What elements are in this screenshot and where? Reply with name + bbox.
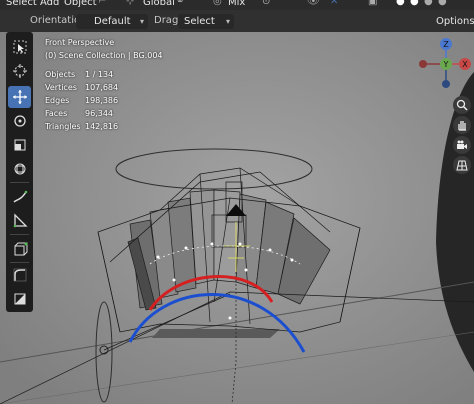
camera-icon [457, 140, 467, 149]
snap-icon[interactable]: ⌐ [98, 0, 106, 7]
pivot-icon[interactable]: ◎ [213, 0, 222, 7]
neg-x-axis-handle[interactable] [419, 60, 427, 68]
pivot-dropdown[interactable]: Mix [228, 0, 245, 8]
stat-value: 107,684 [85, 83, 119, 92]
y-axis-label: Y [443, 60, 449, 69]
tool-header: Orientation: Default ▾ Drag: Select Box … [0, 10, 474, 42]
visibility-icon[interactable]: 👁 [307, 0, 320, 7]
transform-tool[interactable] [8, 158, 31, 180]
orientation-value: Default [94, 16, 131, 27]
view-name: Front Perspective [45, 38, 115, 47]
zoom-button[interactable] [453, 96, 471, 114]
move-tool[interactable] [8, 86, 31, 108]
pan-button[interactable] [453, 116, 471, 134]
menu-bar: Select Add Object ⌐ ⊹ Global ⚭ ◎ Mix ⊙ 👁… [0, 0, 474, 10]
transform-orientation-dropdown[interactable]: Global [143, 0, 175, 8]
stat-value: 198,386 [85, 96, 119, 105]
perspective-toggle-button[interactable] [453, 156, 471, 174]
orientation-dropdown[interactable]: Default ▾ [76, 14, 148, 29]
annotate-tool[interactable] [8, 186, 31, 208]
grid-icon [456, 160, 468, 171]
hand-icon [458, 121, 466, 131]
stat-value: 96,344 [85, 109, 113, 118]
toolbar-separator [10, 234, 29, 235]
stat-label: Vertices [45, 83, 77, 92]
add-cube-icon [14, 242, 27, 256]
shading-wire-icon[interactable]: ● [396, 0, 405, 7]
transform-icon [14, 163, 25, 175]
drag-dropdown[interactable]: Select Box ▾ [178, 14, 234, 42]
select-box-tool[interactable] [8, 36, 31, 58]
measure-icon [13, 213, 28, 228]
link-icon[interactable]: ⚭ [176, 0, 184, 7]
cursor-tool[interactable] [8, 60, 31, 82]
chevron-down-icon: ▾ [225, 17, 230, 26]
xray-icon[interactable]: ▣ [368, 0, 377, 7]
move-icon [12, 90, 27, 104]
rotate-icon [13, 115, 26, 127]
select-box-icon [13, 40, 26, 54]
stat-label: Triangles [45, 122, 81, 131]
navigation-gizmo[interactable]: Z Y X [415, 36, 471, 92]
shading-material-icon[interactable]: ● [424, 0, 433, 7]
shading-solid-icon[interactable]: ● [410, 0, 419, 7]
shadow-plane [152, 329, 280, 338]
spin-tool[interactable] [8, 264, 31, 286]
add-cube-tool[interactable] [8, 238, 31, 260]
orientation-icon[interactable]: ⊹ [126, 0, 134, 7]
stat-label: Edges [45, 96, 70, 105]
x-axis-label: X [462, 60, 468, 69]
menu-add[interactable]: Add [40, 0, 59, 8]
measure-tool[interactable] [8, 210, 31, 232]
spin-icon [13, 268, 26, 282]
scale-tool[interactable] [8, 134, 31, 156]
menu-select[interactable]: Select [6, 0, 37, 8]
menu-object[interactable]: Object [64, 0, 97, 8]
stat-label: Faces [45, 109, 68, 118]
zoom-icon [456, 99, 468, 111]
proportional-icon[interactable]: ⊙ [262, 0, 270, 7]
neg-z-axis-handle[interactable] [442, 80, 450, 88]
cursor-icon [12, 64, 27, 78]
rotate-tool[interactable] [8, 110, 31, 132]
toolbar-separator [10, 262, 29, 263]
shear-icon [14, 293, 25, 305]
scale-icon [14, 139, 25, 151]
toolbar-separator [10, 182, 29, 183]
shading-render-icon[interactable]: ● [438, 0, 447, 7]
annotate-icon [12, 190, 27, 203]
shear-tool[interactable] [8, 288, 31, 310]
collection-info: (0) Scene Collection | BG.004 [45, 51, 163, 60]
gizmo-toggle-icon[interactable]: ✕ [330, 0, 338, 7]
chevron-down-icon: ▾ [139, 17, 144, 26]
z-axis-label: Z [443, 40, 449, 49]
stat-value: 142,816 [85, 122, 119, 131]
tool-shelf [6, 32, 33, 312]
camera-view-button[interactable] [453, 136, 471, 154]
stat-value: 1 / 134 [85, 70, 114, 79]
stat-label: Objects [45, 70, 76, 79]
options-dropdown[interactable]: Options [430, 14, 474, 29]
options-label: Options [436, 16, 474, 27]
